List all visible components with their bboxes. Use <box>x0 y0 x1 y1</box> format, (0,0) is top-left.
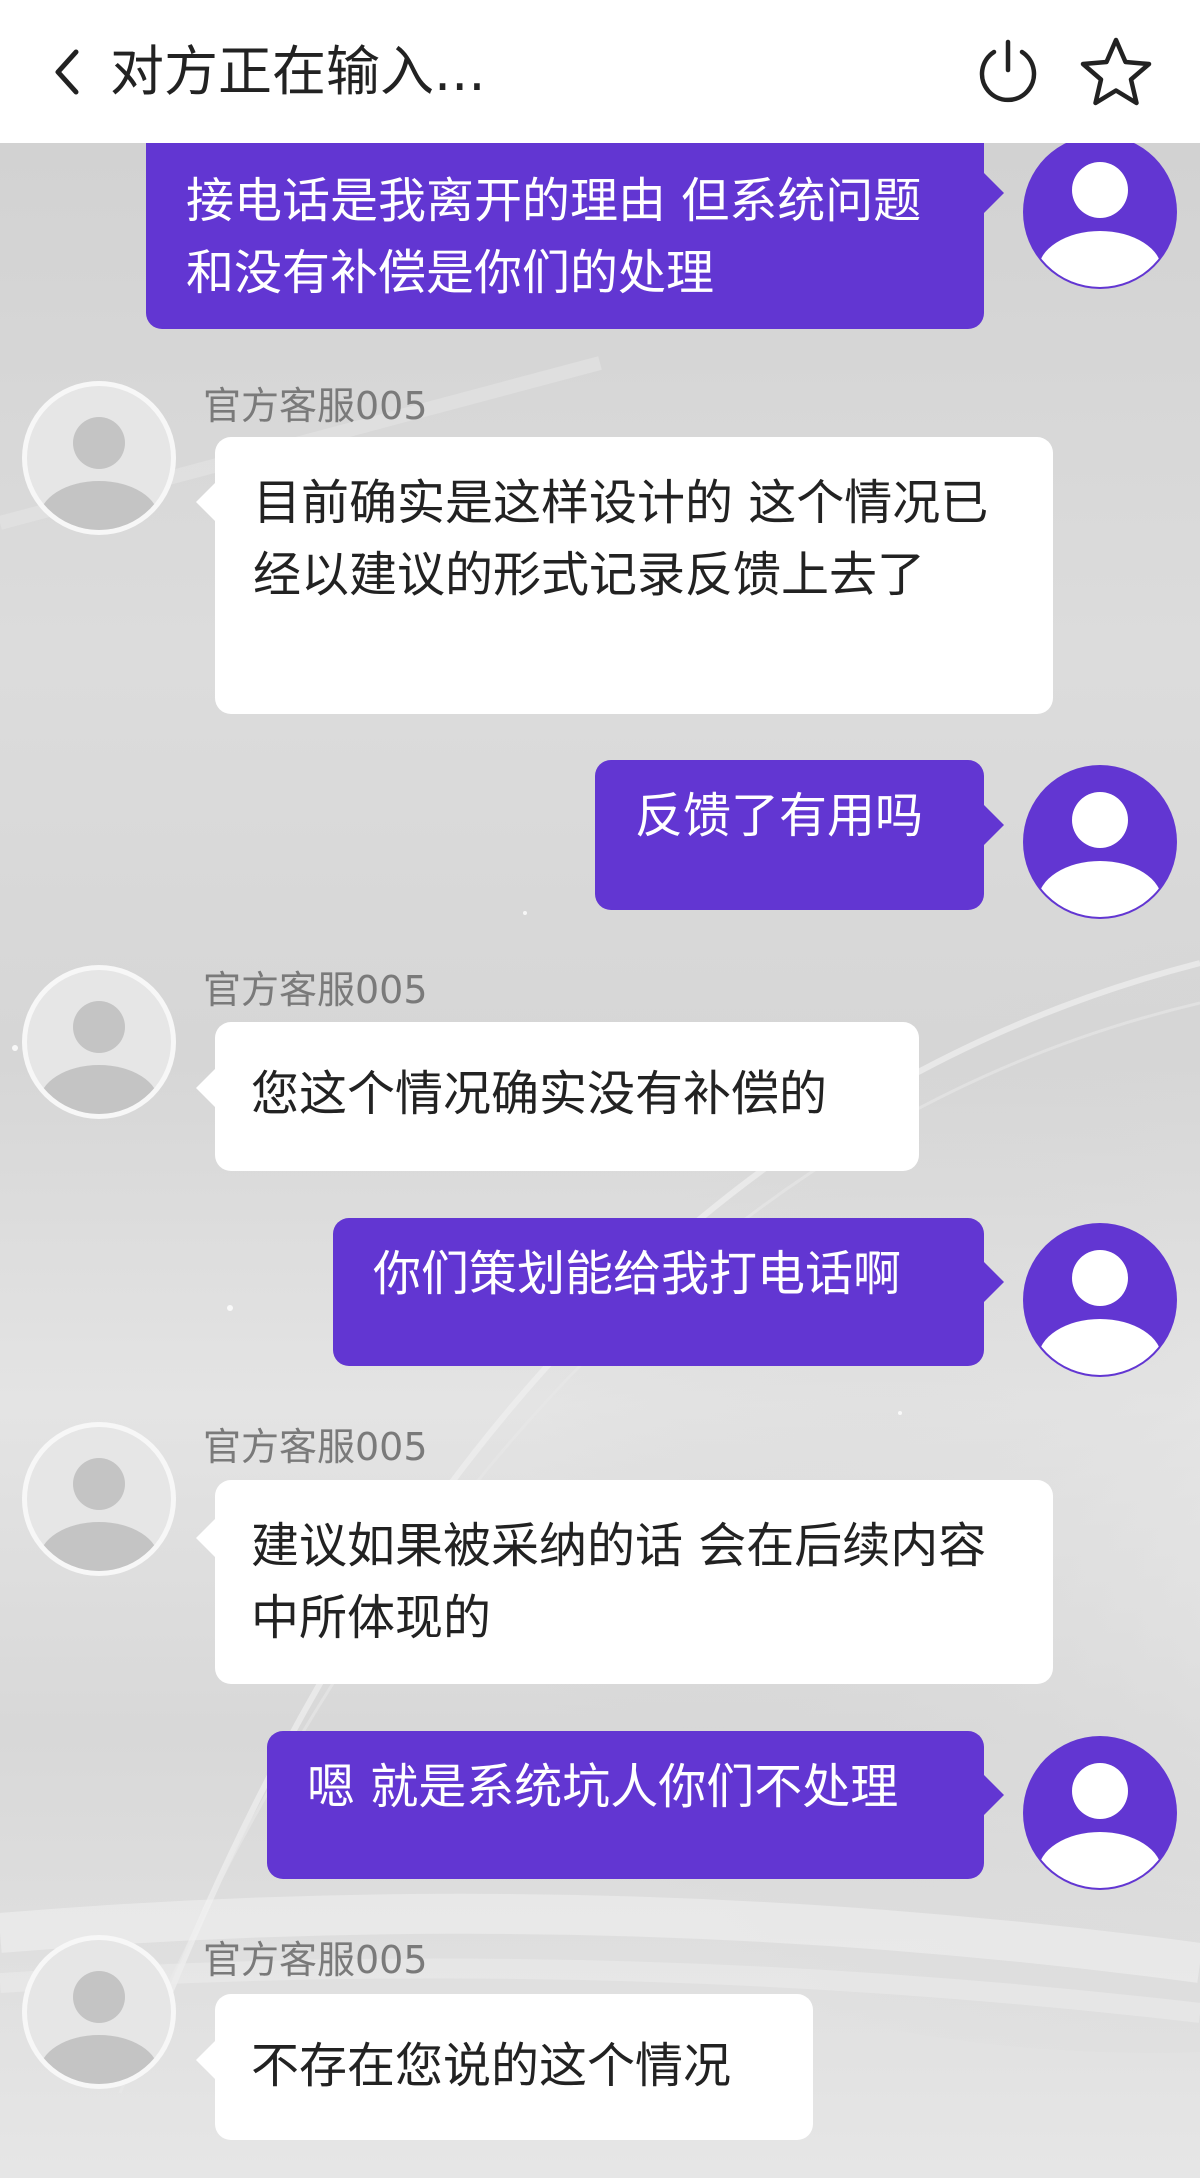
avatar-agent[interactable] <box>20 963 178 1121</box>
user-avatar-icon <box>22 1935 176 2089</box>
avatar-me[interactable] <box>1021 1734 1179 1892</box>
bubble-tail <box>984 1262 1004 1302</box>
user-avatar-icon <box>22 381 176 535</box>
user-avatar-icon <box>22 965 176 1119</box>
bubble-tail <box>196 2040 216 2080</box>
message-bubble-outgoing: 接电话是我离开的理由 但系统问题和没有补偿是你们的处理 <box>146 123 984 329</box>
message-bubble-incoming: 您这个情况确实没有补偿的 <box>215 1022 919 1171</box>
user-avatar-icon <box>1023 1223 1177 1377</box>
message-text: 您这个情况确实没有补偿的 <box>251 1066 828 1122</box>
user-avatar-icon <box>1023 135 1177 289</box>
message-bubble-outgoing: 反馈了有用吗 <box>595 760 984 910</box>
message-text: 你们策划能给我打电话啊 <box>373 1246 902 1302</box>
message-bubble-incoming: 目前确实是这样设计的 这个情况已经以建议的形式记录反馈上去了 <box>215 437 1053 714</box>
chevron-left-icon[interactable] <box>46 40 86 104</box>
star-outline-icon[interactable] <box>1078 34 1154 110</box>
page-title: 对方正在输入... <box>110 40 486 103</box>
bubble-tail <box>984 1775 1004 1815</box>
sender-name: 官方客服005 <box>203 1425 428 1469</box>
message-bubble-outgoing: 嗯 就是系统坑人你们不处理 <box>267 1731 984 1879</box>
bubble-tail <box>196 482 216 522</box>
message-text: 反馈了有用吗 <box>635 788 924 844</box>
bubble-tail <box>196 1518 216 1558</box>
user-avatar-icon <box>1023 1736 1177 1890</box>
sender-name: 官方客服005 <box>203 384 428 428</box>
bubble-tail <box>984 173 1004 213</box>
sender-name: 官方客服005 <box>203 968 428 1012</box>
message-text: 建议如果被采纳的话 会在后续内容中所体现的 <box>251 1518 987 1646</box>
message-bubble-incoming: 建议如果被采纳的话 会在后续内容中所体现的 <box>215 1480 1053 1684</box>
user-avatar-icon <box>22 1422 176 1576</box>
message-text: 嗯 就是系统坑人你们不处理 <box>307 1759 899 1815</box>
avatar-me[interactable] <box>1021 763 1179 921</box>
avatar-me[interactable] <box>1021 133 1179 291</box>
bubble-tail <box>196 1068 216 1108</box>
user-avatar-icon <box>1023 765 1177 919</box>
bubble-tail <box>984 805 1004 845</box>
top-bar: 对方正在输入... <box>0 0 1200 143</box>
message-bubble-incoming: 不存在您说的这个情况 <box>215 1994 813 2140</box>
message-text: 目前确实是这样设计的 这个情况已经以建议的形式记录反馈上去了 <box>253 475 989 603</box>
avatar-agent[interactable] <box>20 1420 178 1578</box>
message-bubble-outgoing: 你们策划能给我打电话啊 <box>333 1218 984 1366</box>
message-text: 不存在您说的这个情况 <box>251 2038 732 2094</box>
message-text: 接电话是我离开的理由 但系统问题和没有补偿是你们的处理 <box>186 173 922 301</box>
avatar-me[interactable] <box>1021 1221 1179 1379</box>
avatar-agent[interactable] <box>20 379 178 537</box>
sender-name: 官方客服005 <box>203 1938 428 1982</box>
power-icon[interactable] <box>972 36 1044 108</box>
avatar-agent[interactable] <box>20 1933 178 2091</box>
